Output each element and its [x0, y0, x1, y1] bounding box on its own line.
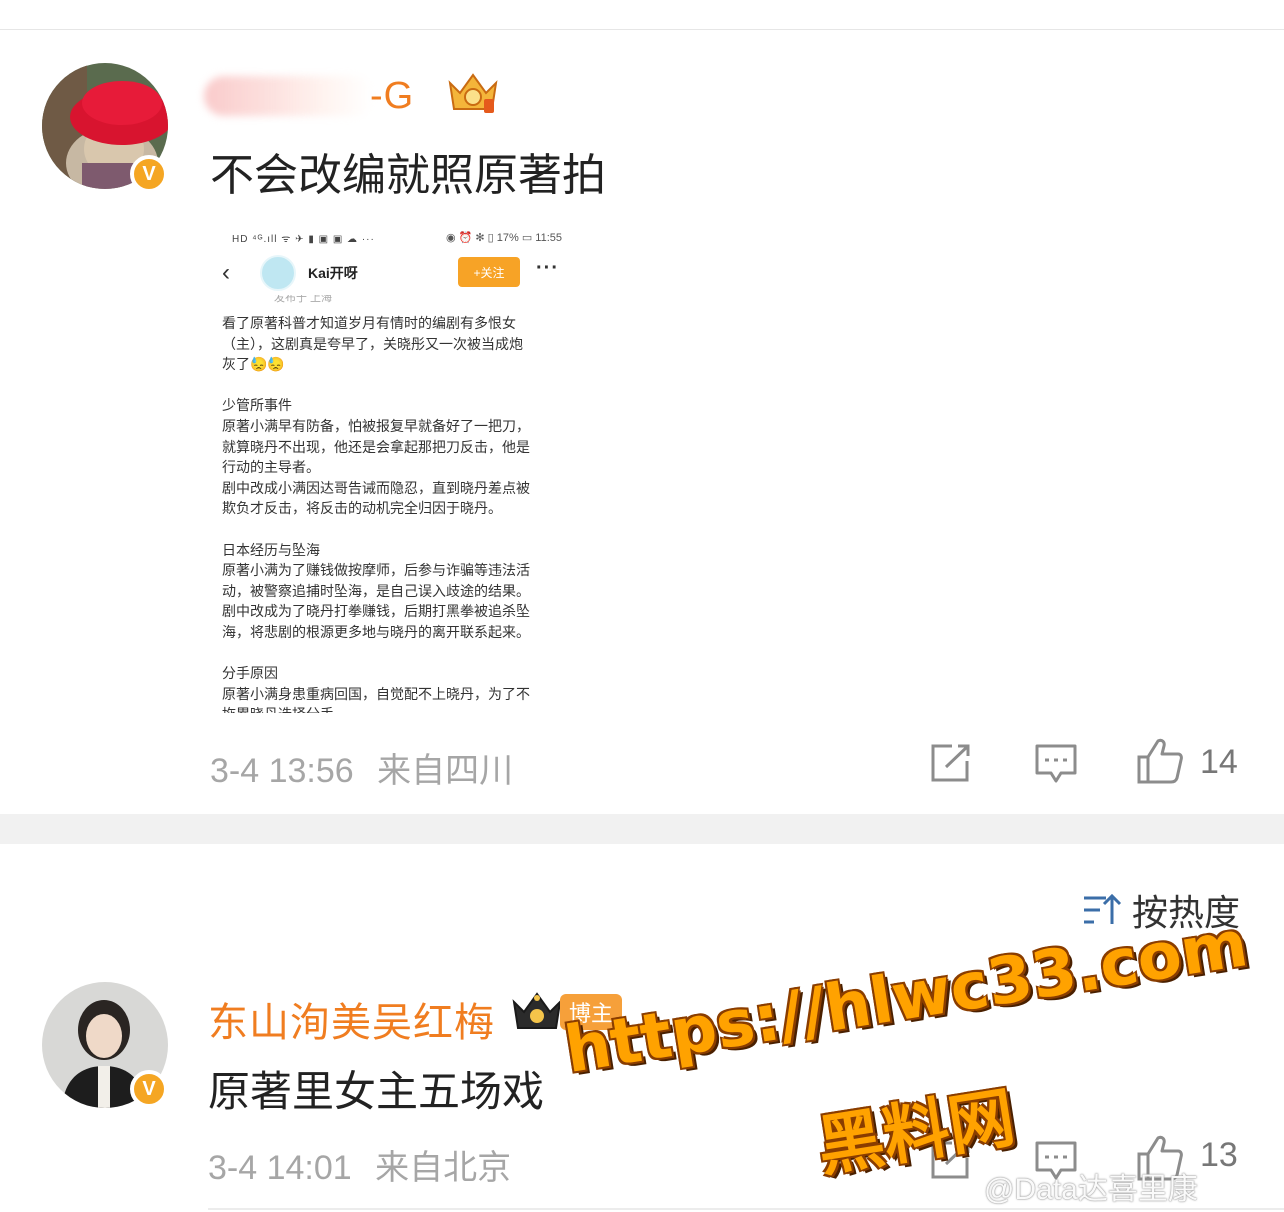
post-source: 来自北京: [375, 1149, 512, 1187]
weibo-watermark: @Data达喜里康: [984, 1173, 1198, 1206]
verified-badge-icon: V: [130, 155, 168, 193]
username[interactable]: -G: [370, 75, 414, 118]
screenshot-line: 剧中改成为了晓丹打拳赚钱，后期打黑拳被追杀坠: [222, 603, 530, 620]
screenshot-line: （主），这剧真是夸早了，关晓彤又一次被当成炮: [222, 335, 523, 352]
screenshot-line: 拖累晓丹选择分手。: [222, 704, 568, 713]
verified-badge-icon: V: [130, 1070, 168, 1108]
screenshot-body-text: 看了原著科普才知道岁月有情时的编剧有多恨女 （主），这剧真是夸早了，关晓彤又一次被…: [222, 313, 568, 713]
comment-icon[interactable]: [1034, 743, 1078, 785]
screenshot-line: 海，将悲剧的根源更多地与晓丹的离开联系起来。: [222, 623, 530, 640]
follow-button: +关注: [458, 257, 520, 287]
sort-icon: [1084, 893, 1122, 924]
timestamp: 3-4 13:56 来自四川: [210, 743, 513, 792]
timestamp: 3-4 14:01 来自北京: [208, 1140, 511, 1189]
comment-text: 原著里女主五场戏: [208, 1068, 545, 1115]
screenshot-line: 欺负才反击，将反击的动机完全归因于晓丹。: [222, 500, 502, 517]
screenshot-avatar: [260, 255, 296, 291]
like-icon[interactable]: [1136, 737, 1184, 785]
post-source: 来自四川: [377, 752, 514, 790]
screenshot-line: 原著小满早有防备，怕被报复早就备好了一把刀，: [222, 417, 530, 434]
comment-item-1: V -G 不会改编就照原著拍 HD ⁴ᴳ.ıll ᯤ ✈ ▮ ▣ ▣ ☁ ···…: [0, 31, 1284, 814]
screenshot-line: 灰了😓😓: [222, 356, 285, 373]
back-icon: ‹: [222, 259, 230, 286]
more-icon: ···: [536, 257, 559, 279]
post-time: 3-4 14:01: [208, 1149, 352, 1187]
crown-icon: [512, 992, 562, 1029]
crown-icon: [448, 73, 498, 113]
screenshot-line: 少管所事件: [222, 397, 292, 414]
embedded-screenshot-image[interactable]: HD ⁴ᴳ.ıll ᯤ ✈ ▮ ▣ ▣ ☁ ··· ◉ ⏰ ✻ ▯ 17% ▭ …: [210, 227, 580, 713]
like-count: 14: [1200, 743, 1238, 781]
screenshot-subline: 发布于 上海: [274, 295, 333, 303]
status-left: HD ⁴ᴳ.ıll ᯤ ✈ ▮ ▣ ▣ ☁ ···: [232, 234, 375, 245]
screenshot-header: ‹ Kai开呀 +关注 ···: [210, 251, 580, 295]
screenshot-line: 剧中改成小满因达哥告诫而隐忍，直到晓丹差点被: [222, 479, 530, 496]
screenshot-line: 看了原著科普才知道岁月有情时的编剧有多恨女: [222, 315, 516, 331]
post-time: 3-4 13:56: [210, 752, 354, 790]
screenshot-line: 原著小满身患重病回国，自觉配不上晓丹，为了不: [222, 685, 530, 702]
screenshot-line: 分手原因: [222, 665, 278, 682]
username[interactable]: 东山洵美吴红梅: [208, 990, 495, 1048]
like-count: 13: [1200, 1136, 1238, 1174]
screenshot-username: Kai开呀: [308, 265, 358, 281]
comment-text: 不会改编就照原著拍: [210, 151, 606, 200]
share-icon[interactable]: [930, 743, 972, 783]
screenshot-line: 行动的主导者。: [222, 459, 320, 476]
status-bar: HD ⁴ᴳ.ıll ᯤ ✈ ▮ ▣ ▣ ☁ ··· ◉ ⏰ ✻ ▯ 17% ▭ …: [232, 231, 562, 247]
screenshot-line: 动，被警察追捕时坠海，是自己误入歧途的结果。: [222, 582, 530, 599]
status-right: ◉ ⏰ ✻ ▯ 17% ▭ 11:55: [445, 232, 562, 244]
screenshot-line: 就算晓丹不出现，他还是会拿起那把刀反击，他是: [222, 438, 530, 455]
section-separator: [0, 814, 1284, 844]
blurred-username: [204, 76, 374, 116]
bottom-divider: [208, 1208, 1284, 1210]
top-divider: [0, 0, 1284, 30]
screenshot-line: 原著小满为了赚钱做按摩师，后参与诈骗等违法活: [222, 562, 530, 579]
screenshot-line: 日本经历与坠海: [222, 541, 320, 558]
